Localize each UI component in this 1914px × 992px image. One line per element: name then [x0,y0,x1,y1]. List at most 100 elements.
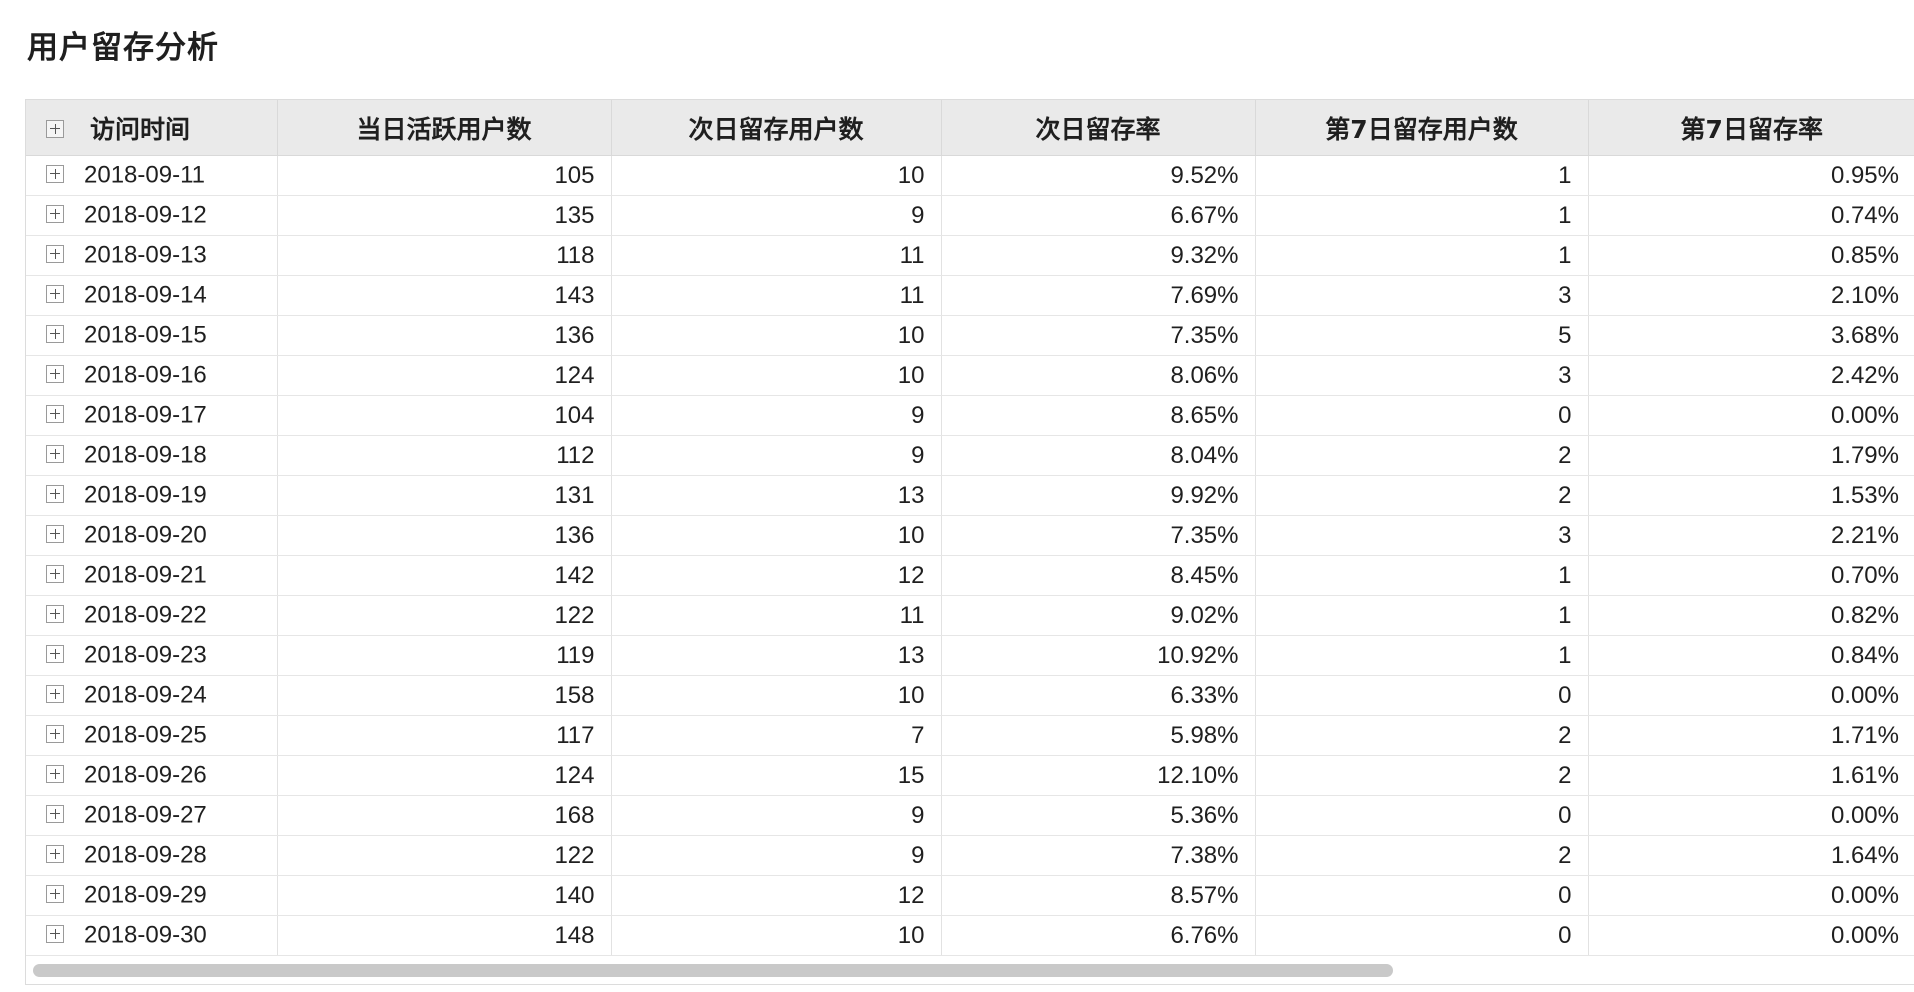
cell-day7-retained-users: 0 [1255,875,1589,916]
plus-square-icon[interactable] [46,604,64,623]
retention-table-panel: 访问时间 当日活跃用户数 次日留存用户数 次日留存率 第7日留存用户数 第7日留… [25,99,1914,985]
cell-next-day-retained-users: 10 [611,915,942,956]
cell-daily-active-users: 124 [277,755,612,796]
column-header-visit-time[interactable]: 访问时间 [26,100,278,156]
visit-date: 2018-09-26 [84,761,207,789]
plus-square-icon[interactable] [46,684,64,703]
plus-square-icon[interactable] [46,244,64,263]
column-header-next-day-retained-users[interactable]: 次日留存用户数 [611,100,942,156]
table-row[interactable]: 2018-09-30 148 10 6.76% 0 0.00% [26,915,1914,956]
horizontal-scrollbar[interactable] [27,962,1907,978]
plus-square-icon[interactable] [46,484,64,503]
cell-daily-active-users: 143 [277,275,612,316]
table-row[interactable]: 2018-09-18 112 9 8.04% 2 1.79% [26,435,1914,476]
cell-day7-retained-users: 1 [1255,555,1589,596]
table-row[interactable]: 2018-09-13 118 11 9.32% 1 0.85% [26,235,1914,276]
cell-next-day-retention-rate: 8.06% [941,355,1256,396]
table-row[interactable]: 2018-09-12 135 9 6.67% 1 0.74% [26,195,1914,236]
cell-day7-retention-rate: 3.68% [1588,315,1914,356]
cell-daily-active-users: 135 [277,195,612,236]
expand-all-icon[interactable] [46,119,64,138]
column-header-day7-retention-rate[interactable]: 第7日留存率 [1588,100,1914,156]
visit-date: 2018-09-19 [84,481,207,509]
plus-square-icon[interactable] [46,164,64,183]
cell-next-day-retention-rate: 6.33% [941,675,1256,716]
cell-day7-retention-rate: 1.64% [1588,835,1914,876]
table-body: 2018-09-11 105 10 9.52% 1 0.95% 2018-09-12 135 9… [26,155,1914,956]
column-header-daily-active-users[interactable]: 当日活跃用户数 [277,100,612,156]
visit-date: 2018-09-28 [84,841,207,869]
cell-day7-retention-rate: 2.42% [1588,355,1914,396]
table-row[interactable]: 2018-09-11 105 10 9.52% 1 0.95% [26,155,1914,196]
table-row[interactable]: 2018-09-20 136 10 7.35% 3 2.21% [26,515,1914,556]
cell-next-day-retained-users: 13 [611,475,942,516]
cell-day7-retention-rate: 0.00% [1588,875,1914,916]
cell-next-day-retained-users: 9 [611,195,942,236]
table-row[interactable]: 2018-09-25 117 7 5.98% 2 1.71% [26,715,1914,756]
cell-visit-time: 2018-09-23 [26,635,278,676]
cell-next-day-retention-rate: 5.98% [941,715,1256,756]
cell-next-day-retained-users: 10 [611,355,942,396]
table-row[interactable]: 2018-09-29 140 12 8.57% 0 0.00% [26,875,1914,916]
table-row[interactable]: 2018-09-23 119 13 10.92% 1 0.84% [26,635,1914,676]
cell-daily-active-users: 158 [277,675,612,716]
cell-day7-retention-rate: 2.10% [1588,275,1914,316]
plus-square-icon[interactable] [46,764,64,783]
plus-square-icon[interactable] [46,884,64,903]
table-row[interactable]: 2018-09-15 136 10 7.35% 5 3.68% [26,315,1914,356]
cell-next-day-retained-users: 9 [611,435,942,476]
visit-date: 2018-09-13 [84,241,207,269]
column-header-next-day-retention-rate[interactable]: 次日留存率 [941,100,1256,156]
plus-square-icon[interactable] [46,924,64,943]
cell-day7-retained-users: 0 [1255,675,1589,716]
plus-square-icon[interactable] [46,644,64,663]
table-row[interactable]: 2018-09-27 168 9 5.36% 0 0.00% [26,795,1914,836]
cell-day7-retention-rate: 1.79% [1588,435,1914,476]
cell-next-day-retention-rate: 8.04% [941,435,1256,476]
table-row[interactable]: 2018-09-24 158 10 6.33% 0 0.00% [26,675,1914,716]
visit-date: 2018-09-14 [84,281,207,309]
column-header-day7-retained-users[interactable]: 第7日留存用户数 [1255,100,1589,156]
cell-next-day-retention-rate: 8.57% [941,875,1256,916]
cell-daily-active-users: 117 [277,715,612,756]
table-row[interactable]: 2018-09-16 124 10 8.06% 3 2.42% [26,355,1914,396]
visit-date: 2018-09-15 [84,321,207,349]
cell-next-day-retained-users: 9 [611,795,942,836]
table-row[interactable]: 2018-09-22 122 11 9.02% 1 0.82% [26,595,1914,636]
cell-day7-retention-rate: 0.82% [1588,595,1914,636]
cell-day7-retained-users: 0 [1255,915,1589,956]
visit-date: 2018-09-17 [84,401,207,429]
plus-square-icon[interactable] [46,444,64,463]
cell-day7-retained-users: 3 [1255,355,1589,396]
plus-square-icon[interactable] [46,844,64,863]
visit-date: 2018-09-29 [84,881,207,909]
plus-square-icon[interactable] [46,204,64,223]
cell-next-day-retained-users: 11 [611,235,942,276]
cell-daily-active-users: 104 [277,395,612,436]
plus-square-icon[interactable] [46,364,64,383]
table-row[interactable]: 2018-09-17 104 9 8.65% 0 0.00% [26,395,1914,436]
visit-date: 2018-09-27 [84,801,207,829]
plus-square-icon[interactable] [46,404,64,423]
plus-square-icon[interactable] [46,324,64,343]
table-row[interactable]: 2018-09-14 143 11 7.69% 3 2.10% [26,275,1914,316]
table-row[interactable]: 2018-09-21 142 12 8.45% 1 0.70% [26,555,1914,596]
cell-next-day-retention-rate: 7.35% [941,515,1256,556]
table-row[interactable]: 2018-09-28 122 9 7.38% 2 1.64% [26,835,1914,876]
plus-square-icon[interactable] [46,724,64,743]
cell-day7-retained-users: 2 [1255,475,1589,516]
scrollbar-thumb[interactable] [33,964,1393,977]
cell-next-day-retention-rate: 9.52% [941,155,1256,196]
plus-square-icon[interactable] [46,804,64,823]
table-row[interactable]: 2018-09-19 131 13 9.92% 2 1.53% [26,475,1914,516]
cell-next-day-retention-rate: 7.38% [941,835,1256,876]
visit-date: 2018-09-25 [84,721,207,749]
table-row[interactable]: 2018-09-26 124 15 12.10% 2 1.61% [26,755,1914,796]
plus-square-icon[interactable] [46,564,64,583]
plus-square-icon[interactable] [46,284,64,303]
cell-daily-active-users: 140 [277,875,612,916]
plus-square-icon[interactable] [46,524,64,543]
cell-visit-time: 2018-09-20 [26,515,278,556]
visit-date: 2018-09-12 [84,201,207,229]
cell-next-day-retained-users: 13 [611,635,942,676]
